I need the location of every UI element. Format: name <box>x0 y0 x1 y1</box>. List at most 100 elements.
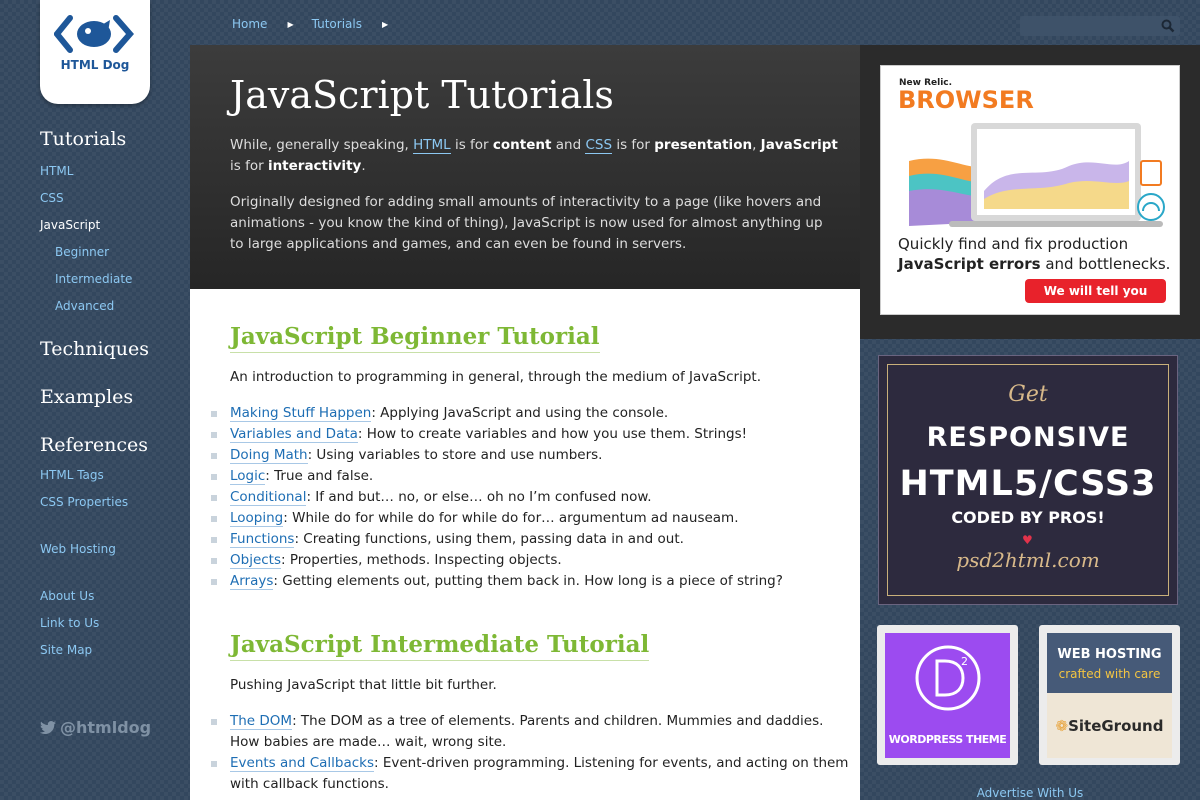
beginner-intro: An introduction to programming in genera… <box>230 369 761 385</box>
hero-description: Originally designed for adding small amo… <box>230 194 823 252</box>
tutorial-description: : Creating functions, using them, passin… <box>294 531 684 547</box>
siteground-ad-footer: ❁SiteGround <box>1047 693 1172 758</box>
twitter-bird-icon <box>40 720 56 734</box>
newrelic-copy-line: Quickly find and fix production <box>898 235 1129 253</box>
sidebar-heading-techniques[interactable]: Techniques <box>40 338 180 360</box>
siteground-logo: ❁SiteGround <box>1047 717 1172 735</box>
sidebar-item-intermediate[interactable]: Intermediate <box>40 266 180 293</box>
psd-ad-tagline: CODED BY PROS! <box>951 508 1105 527</box>
css-link[interactable]: CSS <box>585 137 613 154</box>
newrelic-copy-line: and bottlenecks. <box>1040 255 1171 273</box>
advertise-with-us-link[interactable]: Advertise With Us <box>860 786 1200 800</box>
sidebar-heading-examples[interactable]: Examples <box>40 386 180 408</box>
twitter-link[interactable]: @htmldog <box>40 718 151 737</box>
siteground-ad[interactable]: WEB HOSTING crafted with care ❁SiteGroun… <box>1039 625 1180 765</box>
tutorial-description: : Properties, methods. Inspecting object… <box>281 552 562 568</box>
sidebar-heading-tutorials[interactable]: Tutorials <box>40 128 180 150</box>
divi-logo-icon: 2 <box>915 645 981 711</box>
html-dog-logo-icon <box>54 15 134 53</box>
tutorial-link[interactable]: Logic <box>230 468 266 485</box>
breadcrumb-tutorials[interactable]: Tutorials <box>312 17 362 31</box>
newrelic-copy-bold: JavaScript errors <box>898 255 1041 273</box>
beginner-section-title[interactable]: JavaScript Beginner Tutorial <box>230 323 600 353</box>
search-icon[interactable] <box>1161 19 1175 33</box>
tutorial-link[interactable]: Looping <box>230 510 284 527</box>
breadcrumb: Home ▶ Tutorials ▶ <box>232 17 406 31</box>
sidebar-item-html-tags[interactable]: HTML Tags <box>40 462 180 489</box>
psd2html-ad[interactable]: Get RESPONSIVE HTML5/CSS3 CODED BY PROS!… <box>878 355 1178 605</box>
tutorial-link[interactable]: Objects <box>230 552 282 569</box>
tutorial-list-item: Looping: While do for while do for while… <box>211 508 850 529</box>
divi-ad[interactable]: 2 WORDPRESS THEME <box>877 625 1018 765</box>
tutorial-description: : True and false. <box>265 468 374 484</box>
tutorial-link[interactable]: Variables and Data <box>230 426 358 443</box>
beginner-tutorial-list: Making Stuff Happen: Applying JavaScript… <box>211 403 850 592</box>
sidebar-heading-references[interactable]: References <box>40 434 180 456</box>
sidebar-item-advanced[interactable]: Advanced <box>40 293 180 320</box>
tutorial-description: : The DOM as a tree of elements. Parents… <box>230 713 824 750</box>
tutorial-list-item: Arrays: Getting elements out, putting th… <box>211 571 850 592</box>
intermediate-section-title[interactable]: JavaScript Intermediate Tutorial <box>230 631 650 661</box>
intermediate-intro: Pushing JavaScript that little bit furth… <box>230 677 497 693</box>
hero-text: While, generally speaking, <box>230 137 414 153</box>
tutorial-list-item: Objects: Properties, methods. Inspecting… <box>211 550 850 571</box>
hero-text: is for <box>450 137 493 153</box>
tutorial-list-item: Conditional: If and but… no, or else… oh… <box>211 487 850 508</box>
siteground-ad-header: WEB HOSTING crafted with care <box>1047 633 1172 693</box>
sidebar-item-about-us[interactable]: About Us <box>40 583 180 610</box>
newrelic-product: BROWSER <box>898 86 1034 114</box>
psd-ad-domain: psd2html.com <box>956 548 1100 572</box>
breadcrumb-home[interactable]: Home <box>232 17 267 31</box>
sidebar-item-link-to-us[interactable]: Link to Us <box>40 610 180 637</box>
sidebar-item-web-hosting[interactable]: Web Hosting <box>40 536 180 563</box>
divi-ad-text: WORDPRESS THEME <box>888 733 1007 746</box>
psd-ad-get: Get <box>1008 382 1048 407</box>
newrelic-ad[interactable]: New Relic. BROWSER Quickly find and fix … <box>880 65 1180 315</box>
laptop-chart-illustration-icon <box>909 123 1165 227</box>
hero-emphasis: presentation <box>654 137 753 153</box>
tutorial-link[interactable]: Doing Math <box>230 447 308 464</box>
tutorial-description: : Getting elements out, putting them bac… <box>273 573 783 589</box>
ad-rail-top: New Relic. BROWSER Quickly find and fix … <box>860 45 1200 339</box>
sidebar-item-javascript[interactable]: JavaScript <box>40 212 180 239</box>
tutorial-link[interactable]: Arrays <box>230 573 274 590</box>
divi-ad-panel: 2 WORDPRESS THEME <box>885 633 1010 758</box>
tutorial-description: : While do for while do for while do for… <box>283 510 739 526</box>
tutorial-link[interactable]: Events and Callbacks <box>230 755 375 772</box>
chevron-right-icon: ▶ <box>381 19 389 29</box>
sidebar-item-css-properties[interactable]: CSS Properties <box>40 489 180 516</box>
html-link[interactable]: HTML <box>413 137 451 154</box>
tutorial-link[interactable]: The DOM <box>230 713 293 730</box>
newrelic-cta-button[interactable]: We will tell you <box>1025 279 1166 303</box>
tutorial-list-item: Making Stuff Happen: Applying JavaScript… <box>211 403 850 424</box>
tutorial-link[interactable]: Making Stuff Happen <box>230 405 372 422</box>
site-logo[interactable]: HTML Dog <box>40 0 150 104</box>
tutorial-description: : If and but… no, or else… oh no I’m con… <box>306 489 652 505</box>
hero-text: and <box>551 137 586 153</box>
tutorial-link[interactable]: Functions <box>230 531 295 548</box>
sidebar-item-html[interactable]: HTML <box>40 158 180 185</box>
psd-ad-headline-main: HTML5/CSS3 <box>899 464 1157 504</box>
hero-text: is for <box>612 137 655 153</box>
hero-emphasis: interactivity <box>267 158 362 174</box>
tutorial-list-item: Logic: True and false. <box>211 466 850 487</box>
tutorial-description: : How to create variables and how you us… <box>357 426 748 442</box>
sidebar-item-site-map[interactable]: Site Map <box>40 637 180 664</box>
sidebar-item-beginner[interactable]: Beginner <box>40 239 180 266</box>
tutorial-list-item: Functions: Creating functions, using the… <box>211 529 850 550</box>
hero-section: JavaScript Tutorials While, generally sp… <box>190 45 860 289</box>
tutorial-link[interactable]: Conditional <box>230 489 307 506</box>
main-content: JavaScript Beginner Tutorial An introduc… <box>190 289 860 800</box>
siteground-swirl-icon: ❁ <box>1055 717 1069 735</box>
siteground-ad-title: WEB HOSTING <box>1057 647 1162 662</box>
logo-text: HTML Dog <box>60 58 130 72</box>
hero-text: . <box>361 158 366 174</box>
hero-text: , <box>752 137 761 153</box>
hero-text: is for <box>230 158 268 174</box>
chevron-right-icon: ▶ <box>287 19 294 29</box>
twitter-handle: @htmldog <box>60 718 152 737</box>
sidebar-item-css[interactable]: CSS <box>40 185 180 212</box>
newrelic-copy: Quickly find and fix production JavaScri… <box>898 234 1178 274</box>
search-input[interactable] <box>1020 16 1180 36</box>
tutorial-list-item: Events and Callbacks: Event-driven progr… <box>211 753 850 795</box>
